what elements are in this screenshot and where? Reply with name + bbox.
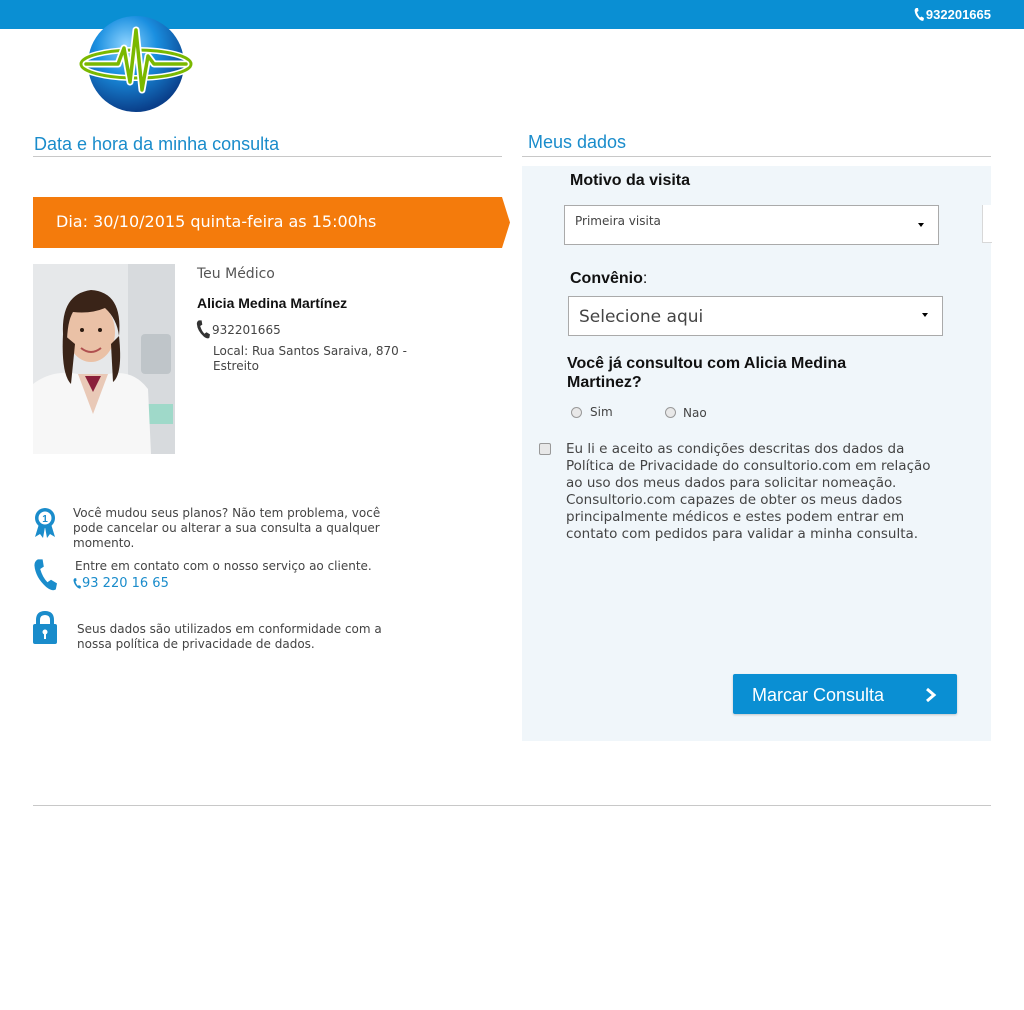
insurance-label-text: Convênio (570, 270, 643, 287)
phone-icon (914, 8, 924, 21)
plans-info-text: Você mudou seus planos? Não tem problema… (73, 506, 381, 550)
divider (33, 156, 502, 157)
doctor-phone[interactable]: 932201665 (196, 320, 281, 339)
radio-no-label: Nao (683, 406, 707, 420)
radio-yes[interactable] (571, 407, 582, 418)
chevron-down-icon (918, 223, 924, 227)
phone-icon (73, 578, 81, 589)
chevron-down-icon (922, 313, 928, 317)
insurance-select[interactable]: Selecione aqui (568, 296, 943, 336)
panel-edge (982, 205, 992, 243)
doctor-name: Alicia Medina Martínez (197, 295, 348, 311)
insurance-label: Convênio: (570, 270, 647, 288)
doctor-label: Teu Médico (197, 266, 275, 282)
visit-reason-select[interactable]: Primeira visita (564, 205, 939, 245)
appointment-section-title: Data e hora da minha consulta (34, 134, 280, 154)
insurance-value: Selecione aqui (579, 307, 704, 327)
privacy-info-text: Seus dados são utilizados em conformidad… (77, 622, 382, 651)
header-phone[interactable]: 932201665 (914, 7, 991, 22)
terms-checkbox[interactable] (539, 443, 551, 455)
phone-icon (196, 320, 210, 339)
my-data-section-title: Meus dados (528, 132, 627, 152)
appointment-date-text: Dia: 30/10/2015 quinta-feira as 15:00hs (56, 212, 377, 231)
doctor-photo (33, 264, 175, 454)
radio-yes-label: Sim (590, 405, 613, 419)
award-ribbon-icon: 1 (35, 508, 55, 538)
svg-text:1: 1 (42, 514, 48, 525)
book-appointment-button[interactable]: Marcar Consulta (733, 674, 957, 714)
contact-info-text: Entre em contato com o nosso serviço ao … (75, 559, 372, 573)
divider (522, 156, 991, 157)
contact-info: Entre em contato com o nosso serviço ao … (33, 559, 372, 591)
header-phone-number: 932201665 (925, 7, 991, 22)
contact-phone-link[interactable]: 93 220 16 65 (73, 576, 372, 591)
contact-phone-number: 93 220 16 65 (82, 576, 169, 591)
visit-reason-label: Motivo da visita (570, 172, 691, 189)
logo[interactable] (78, 12, 194, 116)
privacy-info: Seus dados são utilizados em conformidad… (33, 611, 397, 652)
plans-info: 1 Você mudou seus planos? Não tem proble… (33, 506, 413, 551)
appointment-date-banner: Dia: 30/10/2015 quinta-feira as 15:00hs (33, 197, 510, 248)
doctor-phone-number: 932201665 (212, 322, 281, 337)
book-appointment-label: Marcar Consulta (752, 685, 885, 705)
chevron-right-icon (926, 687, 937, 703)
phone-icon (34, 559, 57, 591)
radio-no[interactable] (665, 407, 676, 418)
insurance-label-colon: : (642, 270, 648, 287)
terms-text: Eu li e aceito as condições descritas do… (566, 441, 931, 542)
previous-visit-question: Você já consultou com Alicia Medina Mart… (567, 355, 847, 391)
visit-reason-value: Primeira visita (575, 214, 661, 228)
doctor-location: Local: Rua Santos Saraiva, 870 - Estreit… (213, 344, 407, 373)
footer-divider (33, 805, 991, 806)
lock-icon (33, 611, 57, 644)
